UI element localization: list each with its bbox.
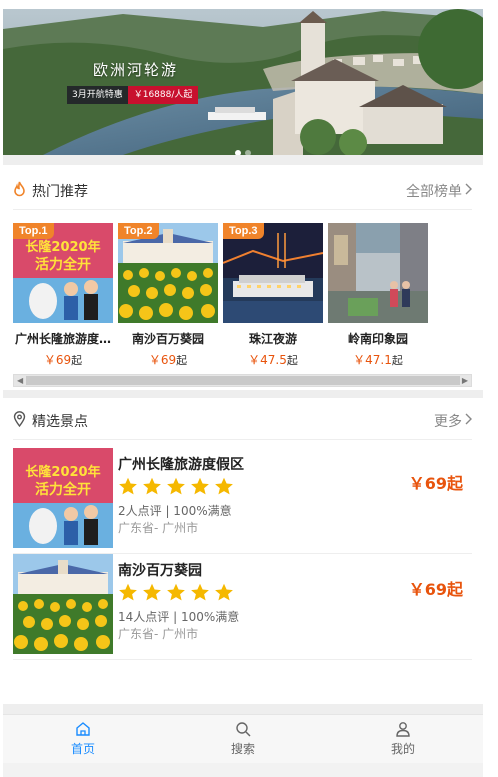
review-summary: 14人点评 | 100%满意 (118, 610, 240, 624)
hot-card-price-unit: 起 (391, 354, 403, 367)
bottom-tab-bar: 首页 搜索 我的 (3, 714, 483, 763)
chevron-right-icon (465, 183, 472, 199)
list-item-title: 南沙百万葵园 (118, 563, 202, 579)
section-divider (3, 155, 483, 165)
review-summary: 2人点评 | 100%满意 (118, 504, 232, 518)
rank-badge: Top.1 (13, 223, 54, 239)
hot-card-price: ￥47.1起 (328, 351, 428, 368)
featured-section-header: 精选景点 更多 (13, 402, 472, 440)
hot-card-image: 长隆2020年 活力全开 Top.1 (13, 223, 113, 323)
promo-banner[interactable]: 欧洲河轮游 3月开航特惠 ￥16888/人起 (3, 9, 483, 155)
region-label: 广东省- 广州市 (118, 521, 199, 535)
star-rating (118, 477, 234, 496)
hot-card[interactable]: 长隆2020年 活力全开 Top.1 广州长隆旅游度… ￥69起 (13, 223, 113, 368)
hot-card[interactable]: 岭南印象园 ￥47.1起 (328, 223, 428, 368)
hot-card[interactable]: Top.3 珠江夜游 ￥47.5起 (223, 223, 323, 368)
banner-promo-tag: 3月开航特惠 ￥16888/人起 (67, 86, 199, 104)
hot-card-price: ￥47.5起 (223, 351, 323, 368)
hot-card-price: ￥69起 (118, 351, 218, 368)
list-item-price: ￥69起 (408, 474, 463, 493)
hot-card-image: Top.2 (118, 223, 218, 323)
hot-carousel[interactable]: 长隆2020年 活力全开 Top.1 广州长隆旅游度… ￥69起 Top.2 南… (13, 223, 483, 369)
star-icon (191, 477, 209, 495)
featured-section-title: 精选景点 (32, 413, 88, 430)
hot-card[interactable]: Top.2 南沙百万葵园 ￥69起 (118, 223, 218, 368)
horizontal-scrollbar[interactable]: ◀ ▶ (13, 374, 472, 387)
hot-card-price-value: ￥69 (43, 353, 72, 367)
more-label: 更多 (434, 413, 462, 430)
list-item-price: ￥69起 (408, 580, 463, 599)
hot-card-price-unit: 起 (71, 354, 83, 367)
banner-promo-label: 3月开航特惠 (67, 86, 128, 104)
svg-text:长隆2020年: 长隆2020年 (25, 239, 100, 255)
tab-home-label: 首页 (70, 742, 95, 756)
hot-card-price-value: ￥47.1 (353, 353, 392, 367)
list-item-title: 广州长隆旅游度假区 (118, 457, 244, 473)
list-item-image: 长隆2020年 活力全开 (13, 448, 113, 548)
hot-section-title: 热门推荐 (32, 183, 88, 200)
banner-title: 欧洲河轮游 (93, 61, 179, 79)
star-icon (143, 477, 161, 495)
star-icon (167, 583, 185, 601)
search-icon (236, 722, 251, 737)
star-icon (167, 477, 185, 495)
scrollbar-thumb[interactable] (26, 376, 460, 385)
svg-text:长隆2020年: 长隆2020年 (25, 464, 100, 480)
chevron-right-icon (465, 413, 472, 429)
star-icon (119, 583, 137, 601)
hot-card-image (328, 223, 428, 323)
list-item[interactable]: 长隆2020年 活力全开 广州长隆旅游度假区 2人点评 | 100%满意 广东省… (13, 448, 472, 554)
tab-search[interactable]: 搜索 (163, 715, 323, 763)
hot-card-image: Top.3 (223, 223, 323, 323)
tab-profile[interactable]: 我的 (323, 715, 483, 763)
section-divider (3, 704, 483, 714)
list-item[interactable]: 南沙百万葵园 14人点评 | 100%满意 广东省- 广州市 ￥69起 (13, 554, 472, 660)
hot-card-price: ￥69起 (13, 351, 113, 368)
list-item-image (13, 554, 113, 654)
rank-badge: Top.3 (223, 223, 264, 239)
star-icon (143, 583, 161, 601)
more-link[interactable]: 更多 (434, 411, 472, 431)
home-icon (76, 722, 90, 736)
hot-card-name: 广州长隆旅游度… (14, 332, 111, 346)
star-icon (191, 583, 209, 601)
hot-card-price-unit: 起 (176, 354, 188, 367)
hot-card-price-value: ￥69 (148, 353, 177, 367)
hot-section-header: 热门推荐 全部榜单 (13, 172, 472, 210)
svg-text:活力全开: 活力全开 (35, 481, 91, 498)
location-pin-icon (13, 410, 26, 431)
scroll-right-arrow-icon[interactable]: ▶ (462, 375, 468, 386)
region-label: 广东省- 广州市 (118, 627, 199, 641)
hot-card-price-unit: 起 (286, 354, 298, 367)
star-icon (215, 477, 233, 495)
rank-badge: Top.2 (118, 223, 159, 239)
hot-card-price-value: ￥47.5 (248, 353, 287, 367)
bottom-safe-area (3, 763, 483, 777)
tab-profile-label: 我的 (390, 742, 415, 756)
svg-text:活力全开: 活力全开 (35, 256, 91, 273)
hot-card-name: 珠江夜游 (248, 332, 297, 346)
star-rating (118, 583, 234, 602)
banner-image (3, 9, 483, 155)
section-divider (3, 390, 483, 398)
all-rankings-label: 全部榜单 (406, 183, 462, 200)
banner-promo-price: ￥16888/人起 (127, 86, 199, 104)
user-icon (396, 722, 410, 737)
star-icon (119, 477, 137, 495)
star-icon (215, 583, 233, 601)
fire-icon (13, 181, 26, 201)
hot-card-name: 南沙百万葵园 (131, 332, 204, 346)
tab-home[interactable]: 首页 (3, 715, 163, 763)
scroll-left-arrow-icon[interactable]: ◀ (17, 375, 23, 386)
hot-card-name: 岭南印象园 (347, 332, 408, 346)
tab-search-label: 搜索 (230, 742, 255, 756)
all-rankings-link[interactable]: 全部榜单 (406, 181, 472, 201)
